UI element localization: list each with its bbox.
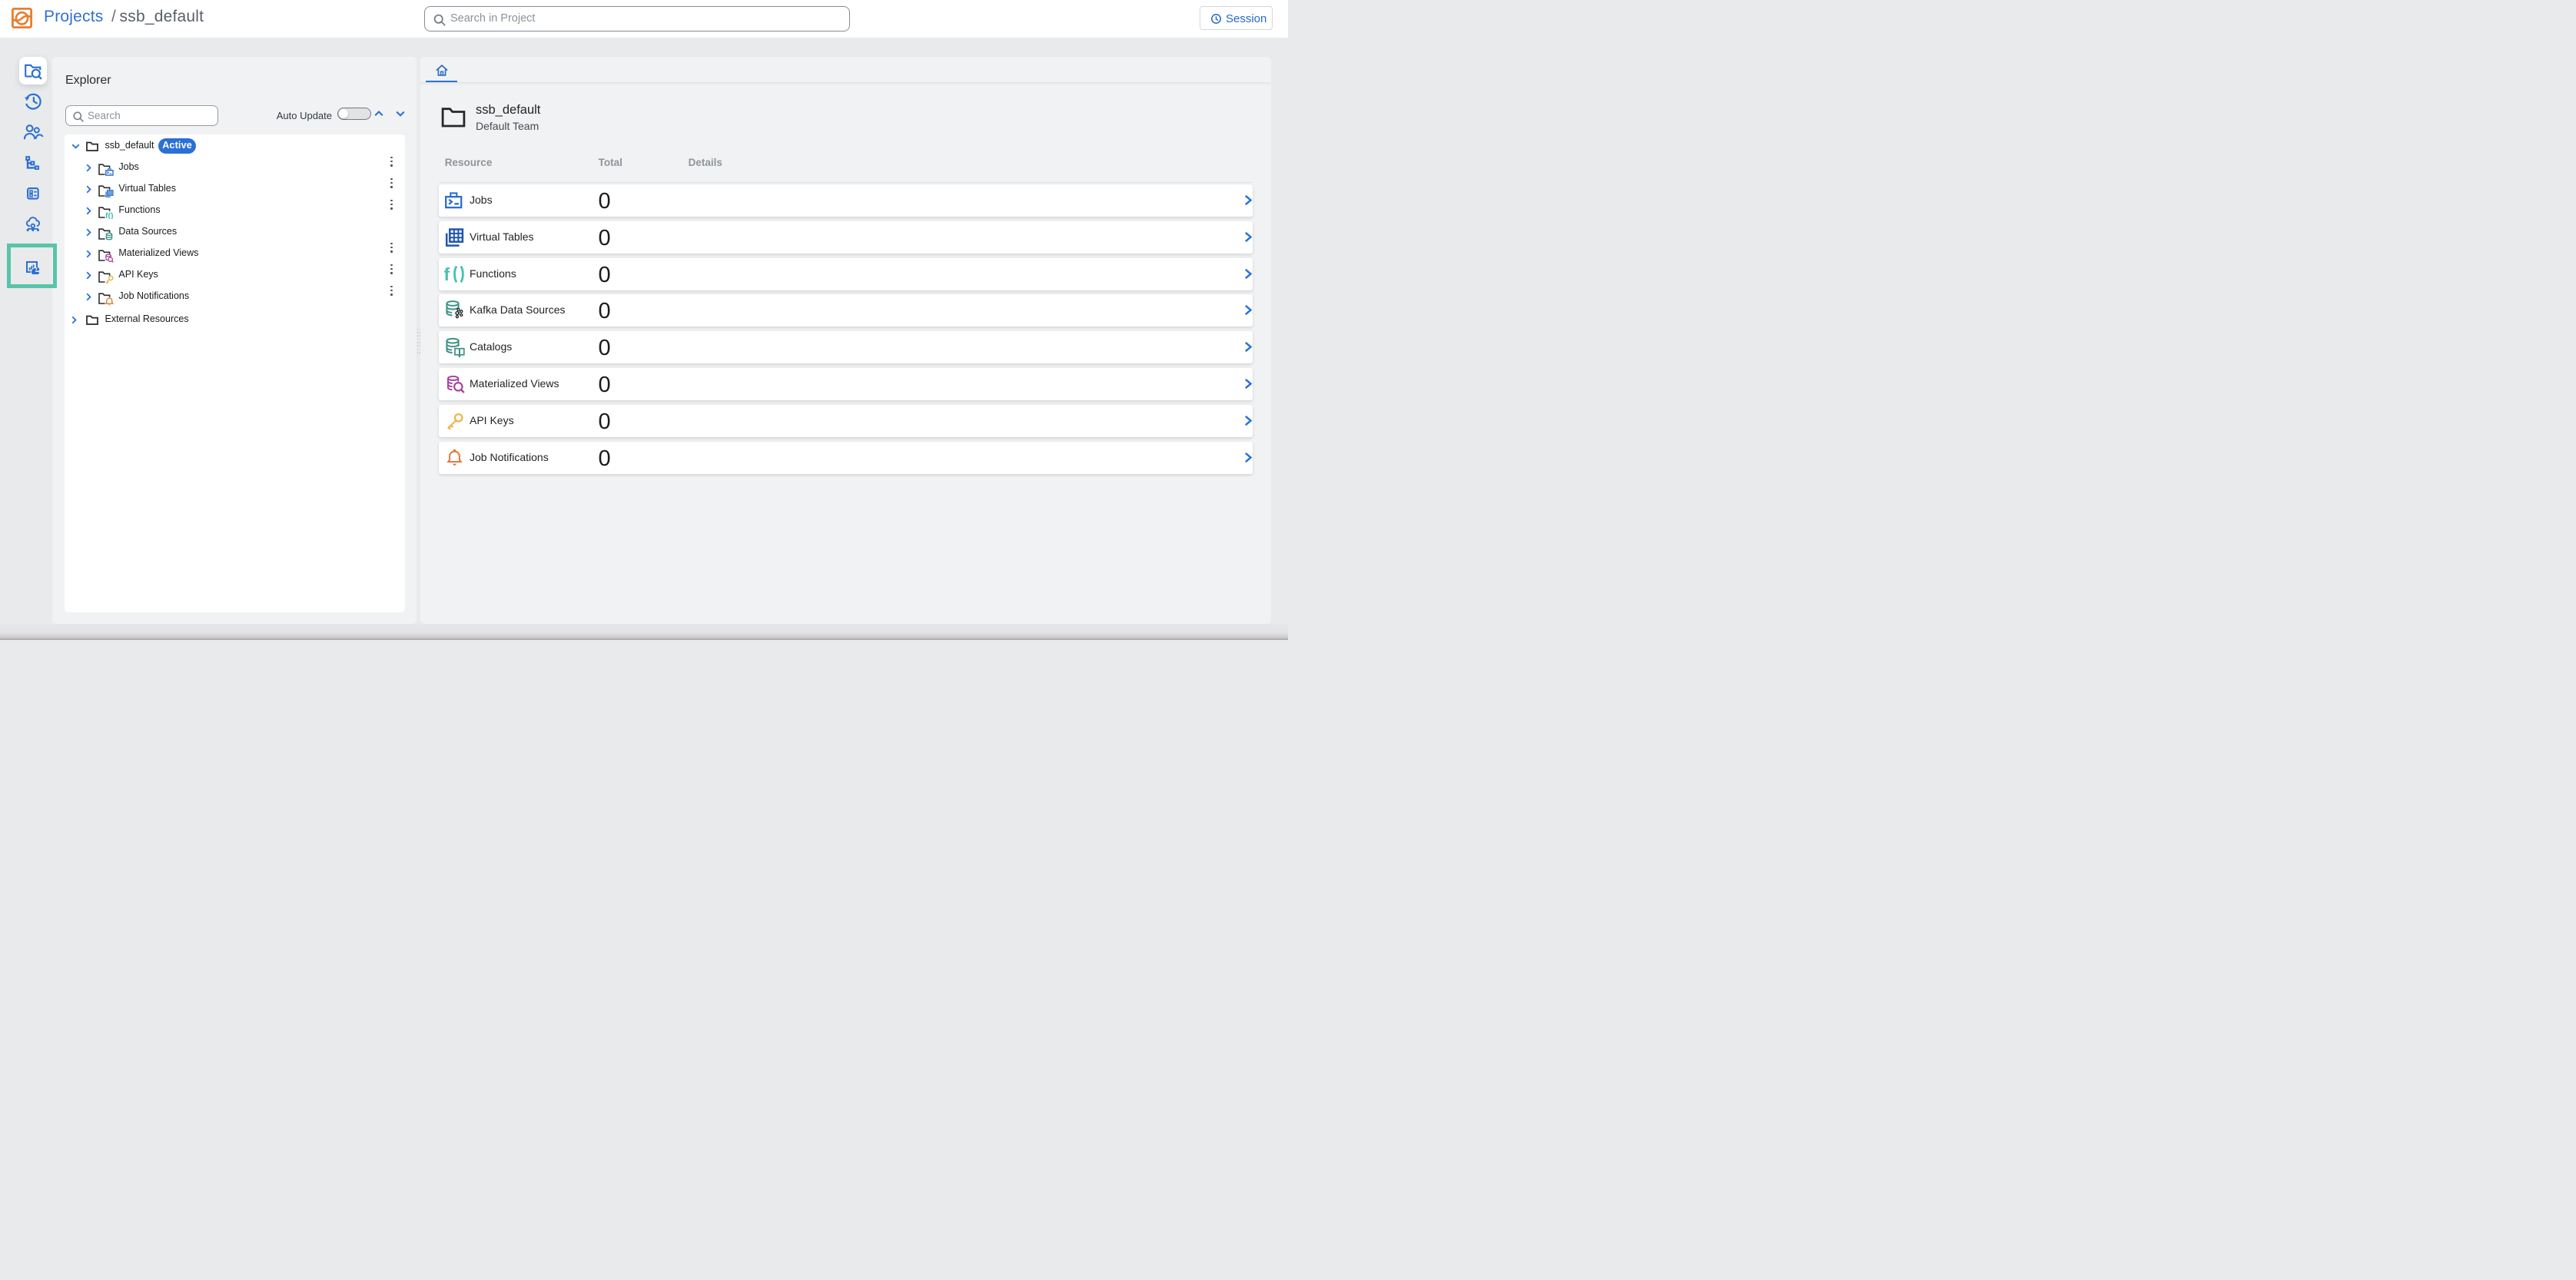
svg-text:f(): f() — [105, 211, 114, 219]
svg-text:f: f — [444, 266, 450, 284]
